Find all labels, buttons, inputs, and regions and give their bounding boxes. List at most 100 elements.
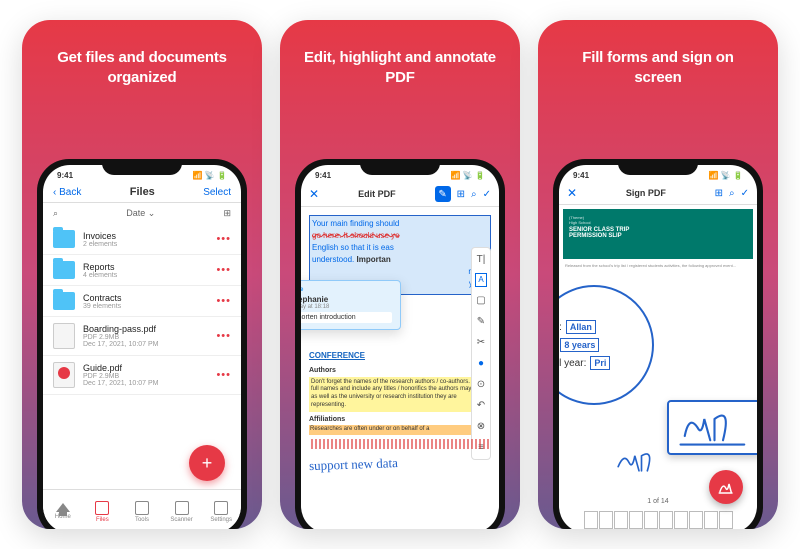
signature-mid xyxy=(614,445,664,482)
list-item[interactable]: Guide.pdf PDF 2.9MB Dec 17, 2021, 10:07 … xyxy=(43,356,241,395)
nav-title: Sign PDF xyxy=(583,188,709,198)
item-title: Boarding-pass.pdf xyxy=(83,324,216,334)
thumb[interactable] xyxy=(629,511,643,529)
signature-box[interactable] xyxy=(667,400,757,455)
scanner-icon xyxy=(175,501,189,515)
banner-title: SENIOR CLASS TRIP PERMISSION SLIP xyxy=(569,227,747,239)
image-tool-icon[interactable]: ▢ xyxy=(476,293,485,308)
textbox-tool-icon[interactable]: A xyxy=(475,273,486,287)
nav-title: Edit PDF xyxy=(325,189,429,199)
more-icon[interactable]: ••• xyxy=(216,330,231,342)
thumb[interactable] xyxy=(614,511,628,529)
note-popup[interactable]: Note Stephanie Today at 18:18 Shorten in… xyxy=(301,280,401,330)
close-button[interactable]: ✕ xyxy=(309,187,319,201)
grid-icon[interactable]: ⊞ xyxy=(457,189,465,200)
doc-text: English so that it is eas xyxy=(312,242,488,254)
nav-bar: ‹ Back Files Select xyxy=(43,182,241,203)
folder-icon xyxy=(53,230,75,248)
thumb[interactable] xyxy=(689,511,703,529)
sign-bar: ✕ Sign PDF ⊞ ⌕ ✓ xyxy=(559,182,757,205)
list-item[interactable]: Boarding-pass.pdf PDF 2.9MB Dec 17, 2021… xyxy=(43,317,241,356)
phone-frame: 9:41 📶 📡 🔋 ‹ Back Files Select ⌕ Date ⌄ … xyxy=(37,159,247,529)
more-icon[interactable]: ••• xyxy=(216,295,231,307)
edit-pen-button[interactable]: ✎ xyxy=(435,186,451,202)
item-title: Contracts xyxy=(83,293,216,303)
add-button[interactable]: + xyxy=(189,445,225,481)
note-date: Today at 18:18 xyxy=(301,304,392,310)
folder-icon xyxy=(53,292,75,310)
target-tool-icon[interactable]: ⊙ xyxy=(477,377,485,392)
field-value[interactable]: Allan xyxy=(566,320,596,334)
draw-tool-icon[interactable]: ✎ xyxy=(477,314,485,329)
search-icon[interactable]: ⌕ xyxy=(471,189,477,200)
home-icon xyxy=(56,503,70,512)
grid-icon[interactable]: ⊞ xyxy=(715,188,723,199)
page-thumbnails[interactable] xyxy=(559,511,757,529)
check-icon[interactable]: ✓ xyxy=(741,188,749,199)
phone-screen: 9:41 📶 📡 🔋 ‹ Back Files Select ⌕ Date ⌄ … xyxy=(43,165,241,529)
file-icon xyxy=(53,323,75,349)
field-value[interactable]: Pri xyxy=(590,356,610,370)
tab-settings[interactable]: Settings xyxy=(201,490,241,529)
item-title: Invoices xyxy=(83,231,216,241)
grid-view-icon[interactable]: ⊞ xyxy=(223,208,231,219)
select-button[interactable]: Select xyxy=(203,187,231,198)
phone-screen: 9:41📶 📡 🔋 ✕ Sign PDF ⊞ ⌕ ✓ (Theme) High … xyxy=(559,165,757,529)
sort-dropdown[interactable]: Date ⌄ xyxy=(126,208,155,219)
tab-scanner[interactable]: Scanner xyxy=(162,490,202,529)
form-row: e:8 years xyxy=(559,338,640,352)
item-title: Guide.pdf xyxy=(83,363,216,373)
strikeout-text: go here. It should use ye xyxy=(312,230,488,242)
item-subtitle: 4 elements xyxy=(83,272,216,279)
tab-tools[interactable]: Tools xyxy=(122,490,162,529)
tab-files[interactable]: Files xyxy=(83,490,123,529)
text-tool-icon[interactable]: T| xyxy=(477,252,486,267)
thumb[interactable] xyxy=(704,511,718,529)
phone-notch xyxy=(360,159,440,175)
signature-icon xyxy=(669,402,757,453)
field-value[interactable]: 8 years xyxy=(560,338,599,352)
more-icon[interactable]: ••• xyxy=(216,369,231,381)
field-label: ne: xyxy=(559,322,562,333)
thumb[interactable] xyxy=(644,511,658,529)
back-button[interactable]: ‹ Back xyxy=(53,187,81,198)
undo-icon[interactable]: ↶ xyxy=(477,398,485,413)
color-tool-icon[interactable]: ● xyxy=(478,356,484,371)
more-icon[interactable]: ••• xyxy=(216,264,231,276)
thumb[interactable] xyxy=(599,511,613,529)
list-item[interactable]: Contracts 39 elements ••• xyxy=(43,286,241,317)
doc-text: ng ca xyxy=(312,266,488,278)
thumb[interactable] xyxy=(674,511,688,529)
promo-card-1: Get files and documents organized 9:41 📶… xyxy=(22,20,262,529)
delete-tool-icon[interactable]: ⊗ xyxy=(477,419,485,434)
crop-tool-icon[interactable]: ✂ xyxy=(477,335,485,350)
status-indicators: 📶 📡 🔋 xyxy=(193,171,227,180)
sign-button[interactable] xyxy=(709,470,743,504)
list-item[interactable]: Reports 4 elements ••• xyxy=(43,255,241,286)
pen-icon xyxy=(717,478,735,496)
squiggle-annotation xyxy=(309,439,491,449)
promo-card-3: Fill forms and sign on screen 9:41📶 📡 🔋 … xyxy=(538,20,778,529)
promo-card-2: Edit, highlight and annotate PDF 9:41📶 📡… xyxy=(280,20,520,529)
thumb[interactable] xyxy=(659,511,673,529)
card-title: Edit, highlight and annotate PDF xyxy=(280,20,520,105)
check-icon[interactable]: ✓ xyxy=(483,189,491,200)
phone-screen: 9:41📶 📡 🔋 ✕ Edit PDF ✎ ⊞ ⌕ ✓ Your main f… xyxy=(301,165,499,529)
search-icon[interactable]: ⌕ xyxy=(53,208,58,219)
thumb[interactable] xyxy=(584,511,598,529)
close-button[interactable]: ✕ xyxy=(567,186,577,200)
item-subtitle: PDF 2.9MB Dec 17, 2021, 10:07 PM xyxy=(83,373,216,387)
search-sort-bar: ⌕ Date ⌄ ⊞ xyxy=(43,203,241,224)
thumb[interactable] xyxy=(719,511,733,529)
nav-title: Files xyxy=(130,186,155,198)
more-icon[interactable]: ••• xyxy=(216,233,231,245)
folder-icon xyxy=(53,261,75,279)
doc-text: understood. Importan xyxy=(312,254,488,266)
list-item[interactable]: Invoices 2 elements ••• xyxy=(43,224,241,255)
form-row: ne: Allan xyxy=(559,320,640,334)
tab-home[interactable]: Home xyxy=(43,490,83,529)
search-icon[interactable]: ⌕ xyxy=(729,188,735,199)
field-label: ool year: xyxy=(559,358,586,369)
document-body[interactable]: Your main finding should go here. It sho… xyxy=(301,207,499,480)
form-banner: (Theme) High School SENIOR CLASS TRIP PE… xyxy=(563,209,753,259)
